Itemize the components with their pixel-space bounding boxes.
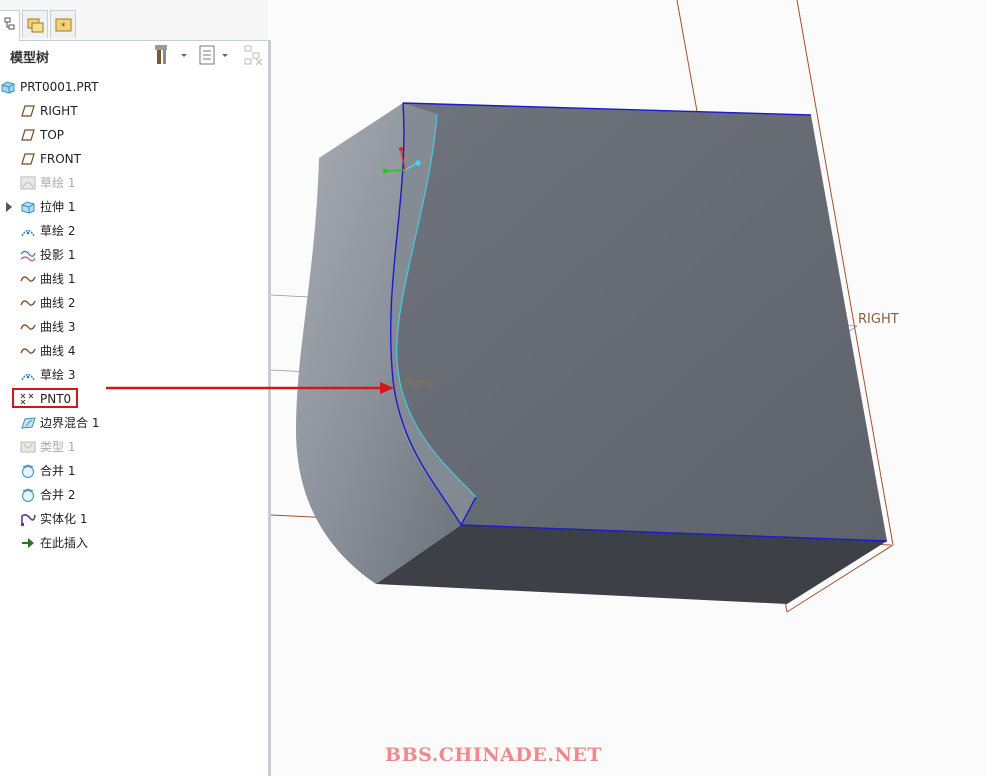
show-button[interactable]: [198, 43, 234, 67]
tree-node-label: 草绘 3: [40, 368, 76, 382]
tree-node-label: 曲线 2: [40, 296, 76, 310]
tree-node-label: 曲线 3: [40, 320, 76, 334]
tree-node-label: 类型 1: [40, 440, 76, 454]
datum-plane-icon: [21, 129, 35, 141]
datum-plane-label: RIGHT: [858, 312, 899, 327]
tree-node-label: RIGHT: [40, 104, 78, 118]
tree-node-label: 实体化 1: [40, 512, 88, 526]
curve-icon: [20, 276, 36, 282]
tree-node-label: 草绘 2: [40, 224, 76, 238]
settings-tools-icon: [155, 45, 187, 64]
graphics-viewport[interactable]: RIGHT PNT0: [271, 0, 987, 776]
datum-point-label: PNT0: [404, 378, 433, 391]
model-tree-tab[interactable]: [0, 10, 20, 41]
datum-plane-icon: [21, 105, 35, 117]
tree-node-label: 合并 2: [40, 488, 76, 502]
settings-button[interactable]: [154, 43, 190, 67]
star-folder-icon: *: [55, 18, 72, 32]
tree-icon: [4, 17, 15, 30]
model-canvas: [271, 0, 894, 613]
favorites-tab[interactable]: *: [50, 10, 76, 38]
tree-node-label: 边界混合 1: [40, 416, 100, 430]
expand-arrow-icon[interactable]: [6, 202, 12, 212]
tree-node-label: TOP: [40, 128, 65, 142]
tree-node-label: PRT0001.PRT: [20, 80, 99, 94]
curve-icon: [20, 348, 36, 354]
panel-header: 模型树: [0, 41, 268, 69]
filter-icon: [244, 45, 263, 66]
folders-icon: [27, 18, 44, 33]
projection-icon: [20, 250, 36, 262]
sketch-icon: [20, 176, 36, 190]
pnt0-highlight-box: [12, 388, 78, 408]
sketch-icon: [21, 229, 35, 237]
curve-icon: [20, 300, 36, 306]
panel-tab-strip: *: [0, 0, 268, 41]
boundary-blend-icon: [21, 417, 36, 429]
panel-title: 模型树: [10, 51, 50, 66]
tree-node-label: 投影 1: [40, 248, 76, 262]
model-tree-panel: * 模型树 PRT0001.PRT RIGHT TOP FRONT 草绘 1 拉…: [0, 0, 268, 776]
watermark: BBS.CHINADE.NET: [385, 744, 602, 766]
tree-node-label: FRONT: [40, 152, 81, 166]
merge-icon: [22, 464, 34, 478]
curve-icon: [20, 324, 36, 330]
show-options-icon: [199, 45, 228, 65]
filter-button[interactable]: [242, 43, 266, 67]
insert-here-arrow-icon: [22, 538, 34, 548]
datum-plane-icon: [21, 153, 35, 165]
merge-icon: [22, 488, 34, 502]
tree-node-label: 在此插入: [40, 536, 89, 550]
tree-node-label: 拉伸 1: [40, 200, 76, 214]
tree-node-label: 草绘 1: [40, 176, 76, 190]
type-icon: [20, 441, 36, 453]
model-front-face: [390, 103, 887, 541]
sketch-icon: [21, 373, 35, 381]
extrude-icon: [21, 201, 35, 214]
svg-text:*: *: [61, 22, 66, 32]
tree-node-label: 合并 1: [40, 464, 76, 478]
part-icon: [1, 81, 15, 94]
tree-node-label: 曲线 4: [40, 344, 76, 358]
layers-tab[interactable]: [22, 10, 48, 38]
tree-node-label: 曲线 1: [40, 272, 76, 286]
solidify-icon: [21, 514, 36, 526]
